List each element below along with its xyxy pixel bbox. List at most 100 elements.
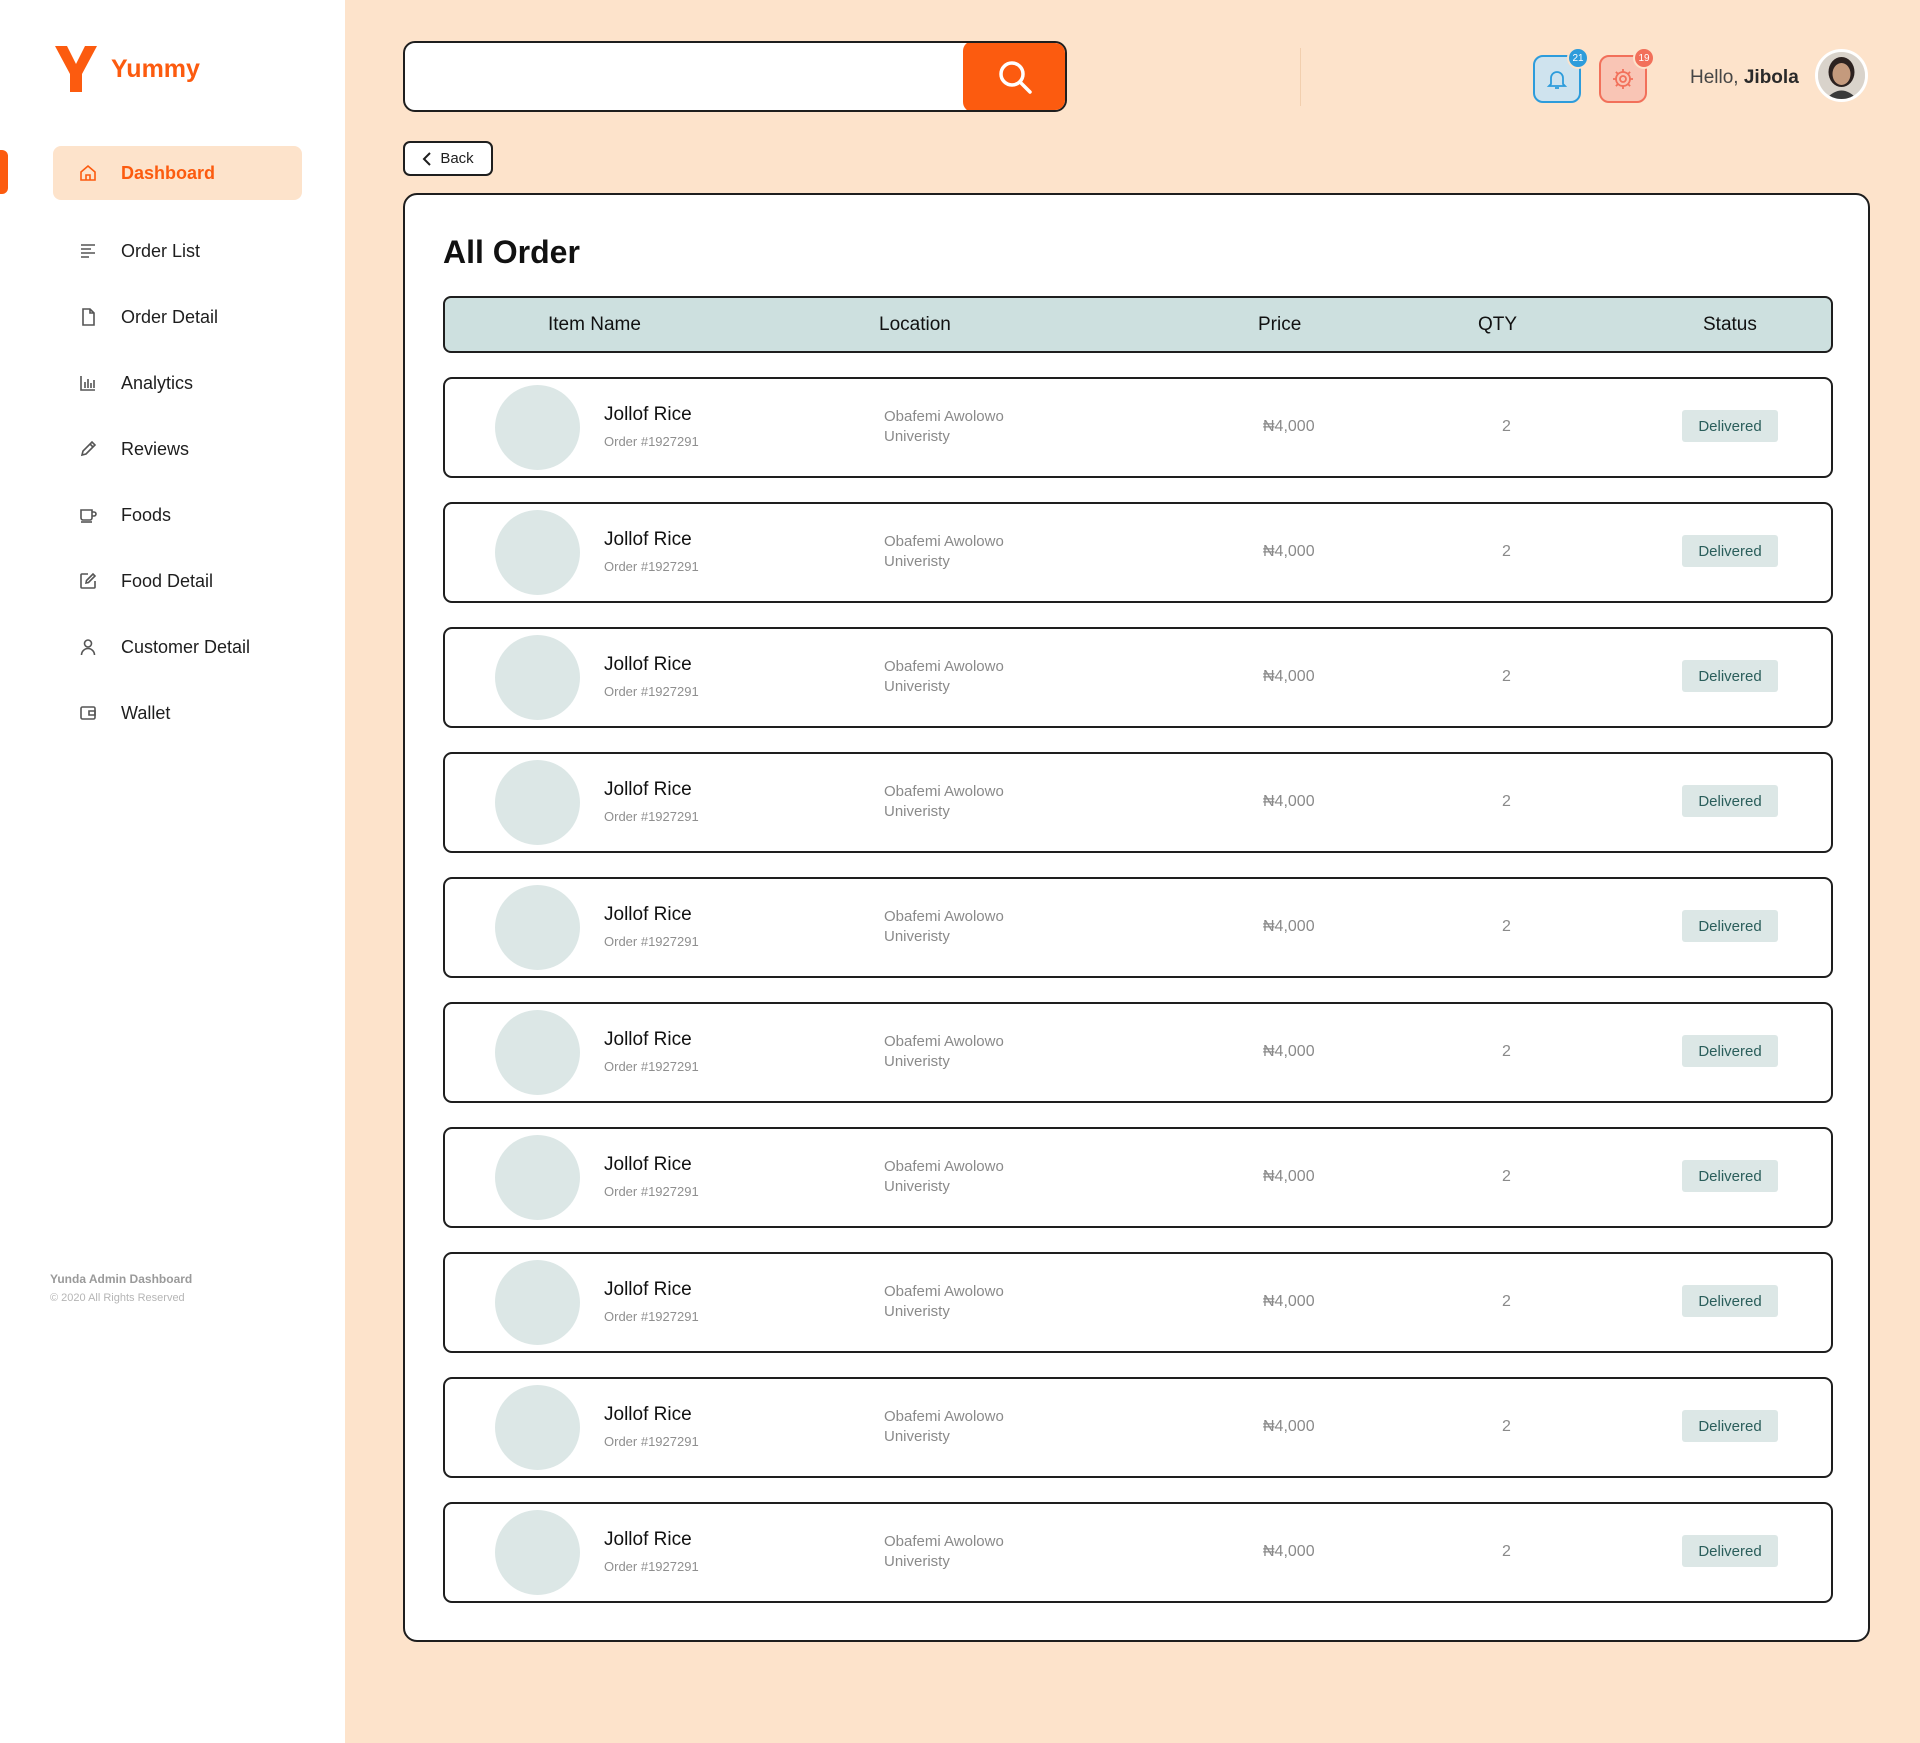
order-qty: 2 <box>1502 668 1511 685</box>
order-location: Obafemi Awolowo Univeristy <box>884 1158 1004 1195</box>
table-row[interactable]: Jollof Rice Order #1927291 Obafemi Awolowo… <box>443 627 1833 728</box>
avatar[interactable] <box>1815 49 1868 102</box>
sidebar-item-label: Order List <box>121 240 201 261</box>
item-name: Jollof Rice <box>604 1404 692 1425</box>
table-row[interactable]: Jollof Rice Order #1927291 Obafemi Awolowo… <box>443 377 1833 478</box>
sidebar-item-dashboard[interactable]: Dashboard <box>53 146 302 200</box>
item-name: Jollof Rice <box>604 529 692 550</box>
order-id: Order #1927291 <box>604 809 699 824</box>
logo-y-icon <box>55 46 97 92</box>
sidebar-item-label: Dashboard <box>121 162 216 183</box>
gear-icon <box>1613 69 1633 89</box>
list-icon <box>79 242 97 260</box>
sidebar-item-food-detail[interactable]: Food Detail <box>53 554 302 608</box>
search-button[interactable] <box>963 43 1065 110</box>
greeting-hello: Hello, <box>1690 67 1739 88</box>
sidebar-item-label: Order Detail <box>121 306 219 327</box>
order-price: ₦4,000 <box>1263 1168 1315 1185</box>
table-row[interactable]: Jollof Rice Order #1927291 Obafemi Awolowo… <box>443 1252 1833 1353</box>
back-button[interactable]: Back <box>403 141 493 176</box>
order-price: ₦4,000 <box>1263 1043 1315 1060</box>
orders-card: All Order Item Name Location Price QTY S… <box>403 193 1870 1642</box>
user-icon <box>79 638 97 656</box>
sidebar-item-customer-detail[interactable]: Customer Detail <box>53 620 302 674</box>
item-name: Jollof Rice <box>604 1154 692 1175</box>
brand-name: Yummy <box>111 54 200 83</box>
column-header-qty[interactable]: QTY <box>1478 298 1517 351</box>
chevron-left-icon <box>422 151 432 166</box>
food-thumbnail <box>495 885 580 970</box>
settings-count-badge: 19 <box>1633 47 1655 69</box>
order-price: ₦4,000 <box>1263 668 1315 685</box>
column-header-item-name[interactable]: Item Name <box>548 298 641 351</box>
sidebar-item-label: Foods <box>121 504 172 525</box>
search-icon <box>999 60 1032 94</box>
sidebar-item-reviews[interactable]: Reviews <box>53 422 302 476</box>
order-id: Order #1927291 <box>604 1184 699 1199</box>
food-thumbnail <box>495 1510 580 1595</box>
item-name: Jollof Rice <box>604 1029 692 1050</box>
sidebar-item-label: Reviews <box>121 438 190 459</box>
order-price: ₦4,000 <box>1263 1293 1315 1310</box>
order-price: ₦4,000 <box>1263 543 1315 560</box>
notifications-button[interactable]: 21 <box>1533 47 1589 103</box>
status-badge: Delivered <box>1682 1285 1778 1317</box>
sidebar: Yummy Dashboard Order List Order Detail <box>0 0 345 1743</box>
sidebar-item-analytics[interactable]: Analytics <box>53 356 302 410</box>
active-nav-indicator <box>0 150 8 194</box>
wallet-icon <box>79 704 97 722</box>
table-row[interactable]: Jollof Rice Order #1927291 Obafemi Awolowo… <box>443 752 1833 853</box>
food-thumbnail <box>495 385 580 470</box>
order-id: Order #1927291 <box>604 1559 699 1574</box>
sidebar-item-wallet[interactable]: Wallet <box>53 686 302 740</box>
status-badge: Delivered <box>1682 910 1778 942</box>
item-name: Jollof Rice <box>604 1279 692 1300</box>
order-location: Obafemi Awolowo Univeristy <box>884 1408 1004 1445</box>
food-thumbnail <box>495 1010 580 1095</box>
table-row[interactable]: Jollof Rice Order #1927291 Obafemi Awolowo… <box>443 1377 1833 1478</box>
sidebar-item-order-detail[interactable]: Order Detail <box>53 290 302 344</box>
status-badge: Delivered <box>1682 410 1778 442</box>
back-label: Back <box>440 150 474 167</box>
search-input[interactable] <box>405 43 965 110</box>
order-location: Obafemi Awolowo Univeristy <box>884 1533 1004 1570</box>
sidebar-item-foods[interactable]: Foods <box>53 488 302 542</box>
status-badge: Delivered <box>1682 535 1778 567</box>
order-id: Order #1927291 <box>604 559 699 574</box>
settings-button[interactable]: 19 <box>1599 47 1655 103</box>
order-id: Order #1927291 <box>604 684 699 699</box>
table-row[interactable]: Jollof Rice Order #1927291 Obafemi Awolowo… <box>443 877 1833 978</box>
order-location: Obafemi Awolowo Univeristy <box>884 1283 1004 1320</box>
status-badge: Delivered <box>1682 1035 1778 1067</box>
order-price: ₦4,000 <box>1263 918 1315 935</box>
sidebar-item-label: Customer Detail <box>121 636 251 657</box>
item-name: Jollof Rice <box>604 1529 692 1550</box>
order-list: Jollof Rice Order #1927291 Obafemi Awolowo… <box>443 377 1833 1627</box>
sidebar-item-order-list[interactable]: Order List <box>53 224 302 278</box>
column-header-price[interactable]: Price <box>1258 298 1301 351</box>
table-row[interactable]: Jollof Rice Order #1927291 Obafemi Awolowo… <box>443 1002 1833 1103</box>
column-header-location[interactable]: Location <box>879 298 951 351</box>
bell-icon <box>1546 71 1568 89</box>
greeting-user-name: Jibola <box>1743 67 1799 88</box>
footer-copyright: © 2020 All Rights Reserved <box>50 1292 185 1304</box>
food-thumbnail <box>495 1260 580 1345</box>
item-name: Jollof Rice <box>604 654 692 675</box>
order-id: Order #1927291 <box>604 934 699 949</box>
food-thumbnail <box>495 510 580 595</box>
table-row[interactable]: Jollof Rice Order #1927291 Obafemi Awolowo… <box>443 1127 1833 1228</box>
table-row[interactable]: Jollof Rice Order #1927291 Obafemi Awolowo… <box>443 502 1833 603</box>
pencil-icon <box>79 440 97 458</box>
home-icon <box>79 164 97 182</box>
header-divider <box>1300 48 1301 106</box>
order-qty: 2 <box>1502 1293 1511 1310</box>
column-header-status[interactable]: Status <box>1703 298 1757 351</box>
table-header: Item Name Location Price QTY Status <box>443 296 1833 353</box>
order-price: ₦4,000 <box>1263 1418 1315 1435</box>
status-badge: Delivered <box>1682 1410 1778 1442</box>
order-location: Obafemi Awolowo Univeristy <box>884 783 1004 820</box>
logo[interactable]: Yummy <box>53 44 200 94</box>
status-badge: Delivered <box>1682 1160 1778 1192</box>
table-row[interactable]: Jollof Rice Order #1927291 Obafemi Awolowo… <box>443 1502 1833 1603</box>
order-qty: 2 <box>1502 1043 1511 1060</box>
